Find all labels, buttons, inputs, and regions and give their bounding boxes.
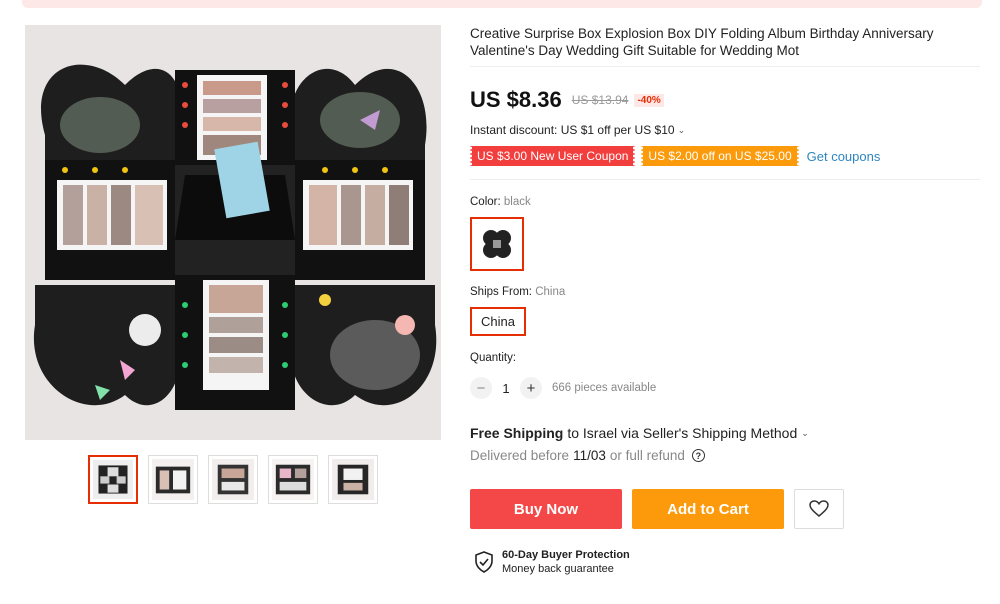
thumbnail-5[interactable] xyxy=(328,455,378,504)
product-info-panel: Creative Surprise Box Explosion Box DIY … xyxy=(468,25,980,575)
thumbnail-image xyxy=(272,459,314,500)
color-label: Color: black xyxy=(470,196,531,208)
ships-from-label: Ships From: China xyxy=(470,286,565,298)
buy-now-button[interactable]: Buy Now xyxy=(470,489,622,529)
instant-discount[interactable]: Instant discount: US $1 off per US $10 ⌄ xyxy=(470,123,685,137)
current-price: US $8.36 xyxy=(470,87,562,112)
delivery-prefix: Delivered before xyxy=(470,448,570,463)
decrease-quantity-button[interactable]: − xyxy=(470,377,492,399)
thumbnail-4[interactable] xyxy=(268,455,318,504)
increase-quantity-button[interactable]: + xyxy=(520,377,542,399)
chevron-down-icon: ⌄ xyxy=(801,427,809,438)
delivery-suffix: or full refund xyxy=(609,448,685,463)
thumbnail-image xyxy=(212,459,254,500)
wishlist-button[interactable] xyxy=(794,489,844,529)
thumbnail-strip xyxy=(88,455,378,504)
thumbnail-image xyxy=(332,459,374,500)
shipping-info[interactable]: Free Shipping to Israel via Seller's Shi… xyxy=(470,425,809,441)
protection-title: 60-Day Buyer Protection xyxy=(502,549,630,561)
help-icon[interactable]: ? xyxy=(691,449,705,462)
quantity-stepper: − 1 + 666 pieces available xyxy=(470,377,656,399)
price-row: US $8.36 US $13.94 -40% xyxy=(470,87,664,113)
coupon-row: US $3.00 New User Coupon US $2.00 off on… xyxy=(468,146,881,166)
chevron-down-icon: ⌄ xyxy=(677,124,686,135)
free-shipping-label: Free Shipping xyxy=(470,425,564,441)
instant-discount-text: Instant discount: US $1 off per US $10 xyxy=(470,123,675,137)
thumbnail-image xyxy=(93,460,133,499)
add-to-cart-button[interactable]: Add to Cart xyxy=(632,489,784,529)
shield-check-icon xyxy=(475,551,493,573)
original-price: US $13.94 xyxy=(571,93,629,107)
promo-divider xyxy=(470,179,980,180)
protection-subtitle: Money back guarantee xyxy=(502,563,614,575)
thumbnail-image xyxy=(152,459,194,500)
discount-badge: -40% xyxy=(634,93,664,107)
delivery-date: 11/03 xyxy=(573,448,606,463)
pieces-available: 666 pieces available xyxy=(552,382,657,394)
ships-from-option-china[interactable]: China xyxy=(470,307,526,336)
quantity-value[interactable]: 1 xyxy=(492,381,520,396)
ships-from-value: China xyxy=(535,286,566,298)
color-label-text: Color: xyxy=(470,196,501,208)
store-coupon[interactable]: US $2.00 off on US $25.00 xyxy=(640,146,800,166)
product-title: Creative Surprise Box Explosion Box DIY … xyxy=(470,26,934,58)
delivery-info: Delivered before 11/03 or full refund ? xyxy=(470,448,705,463)
top-banner-strip xyxy=(22,0,982,8)
thumbnail-3[interactable] xyxy=(208,455,258,504)
new-user-coupon[interactable]: US $3.00 New User Coupon xyxy=(468,146,637,166)
ships-from-label-text: Ships From: xyxy=(470,286,532,298)
heart-icon xyxy=(809,500,829,517)
action-buttons: Buy Now Add to Cart xyxy=(470,489,844,529)
shipping-destination: to Israel via Seller's Shipping Method xyxy=(567,425,798,441)
main-product-image[interactable] xyxy=(25,25,441,440)
swatch-image xyxy=(476,223,518,265)
quantity-label: Quantity: xyxy=(470,352,517,364)
explosion-box-illustration xyxy=(25,25,441,440)
color-swatch-black[interactable] xyxy=(470,217,524,271)
title-divider xyxy=(470,66,980,67)
buyer-protection: 60-Day Buyer Protection Money back guara… xyxy=(474,548,630,576)
get-coupons-link[interactable]: Get coupons xyxy=(807,149,881,164)
thumbnail-2[interactable] xyxy=(148,455,198,504)
color-value: black xyxy=(503,196,531,208)
protection-text: 60-Day Buyer Protection Money back guara… xyxy=(502,548,630,576)
thumbnail-1[interactable] xyxy=(88,455,138,504)
